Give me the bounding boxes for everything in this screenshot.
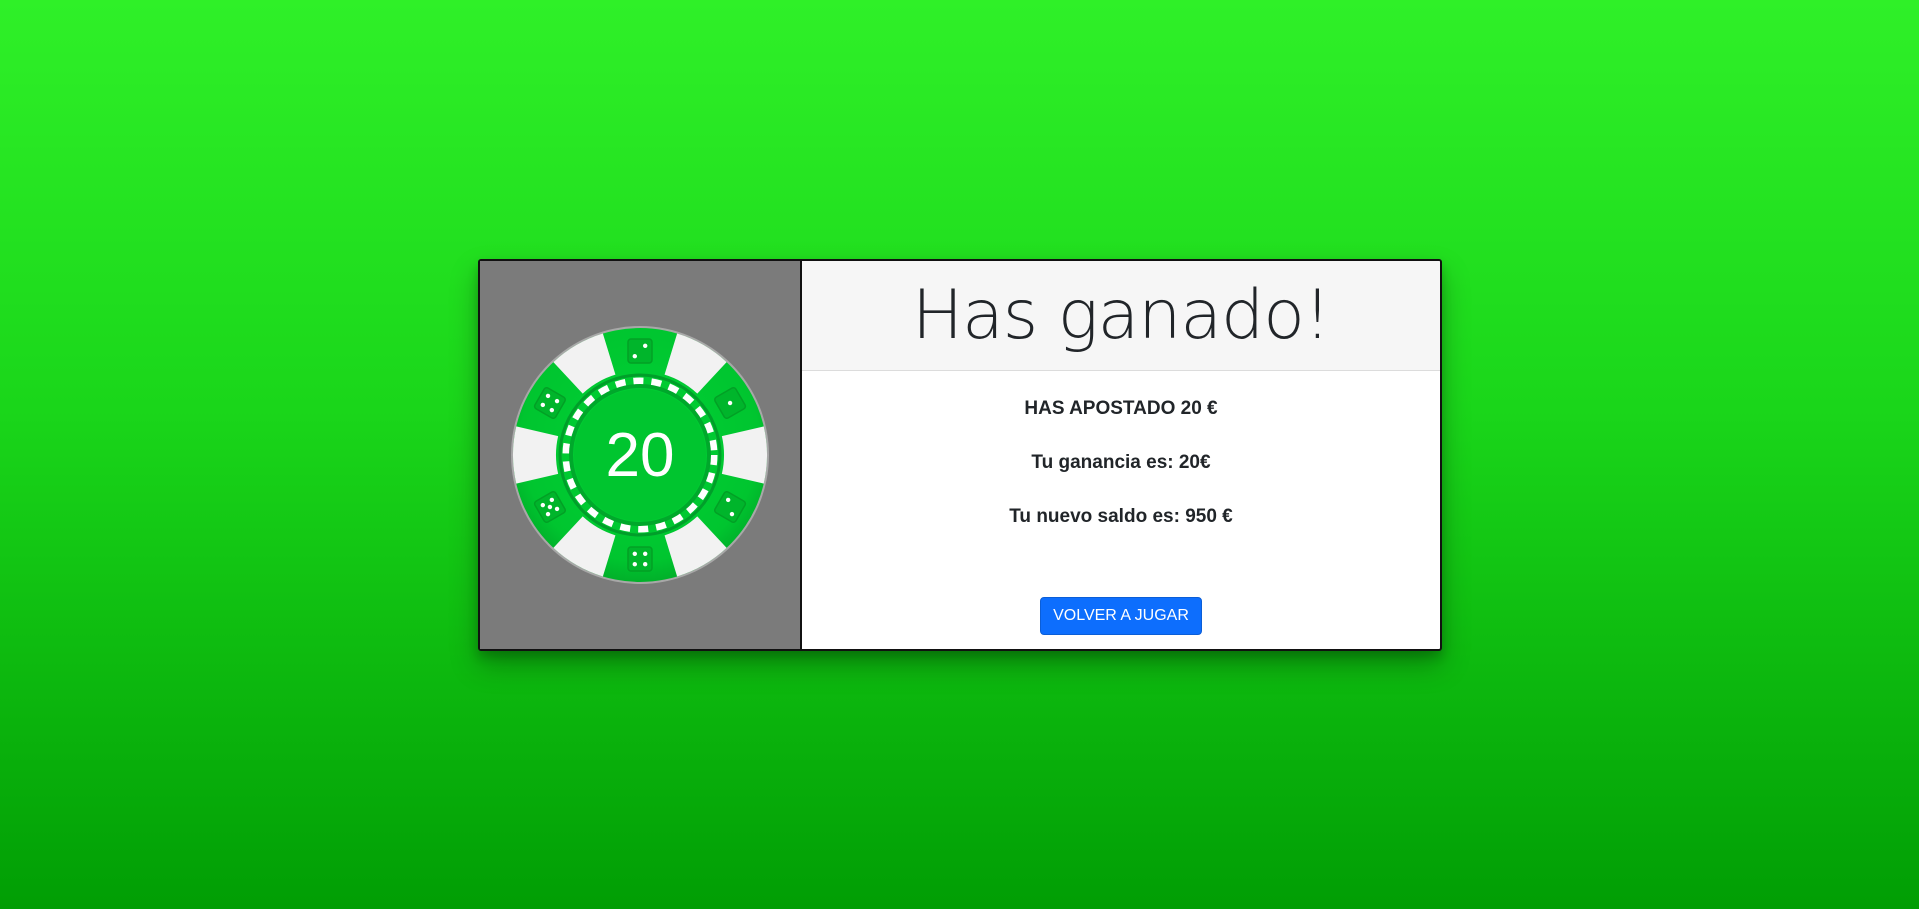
dice-4-icon — [627, 546, 653, 572]
new-balance-text: Tu nuevo saldo es: 950 € — [1009, 506, 1233, 527]
chip-panel: 20 — [480, 261, 802, 649]
winnings-text: Tu ganancia es: 20€ — [1031, 452, 1211, 473]
result-card: 20 Has ganado! HAS APOSTADO 20 € Tu gana… — [478, 259, 1442, 651]
poker-chip-icon: 20 — [511, 326, 769, 584]
chip-value-label: 20 — [606, 421, 675, 490]
result-title: Has ganado! — [911, 275, 1331, 355]
edge-stripe — [513, 426, 559, 484]
result-body: HAS APOSTADO 20 € Tu ganancia es: 20€ Tu… — [802, 371, 1440, 649]
bet-amount-text: HAS APOSTADO 20 € — [1024, 398, 1218, 419]
result-content: Has ganado! HAS APOSTADO 20 € Tu gananci… — [802, 261, 1440, 649]
result-header: Has ganado! — [802, 261, 1440, 371]
dice-2-icon — [627, 338, 653, 364]
edge-stripe — [721, 426, 767, 484]
play-again-button[interactable]: VOLVER A JUGAR — [1040, 597, 1202, 635]
